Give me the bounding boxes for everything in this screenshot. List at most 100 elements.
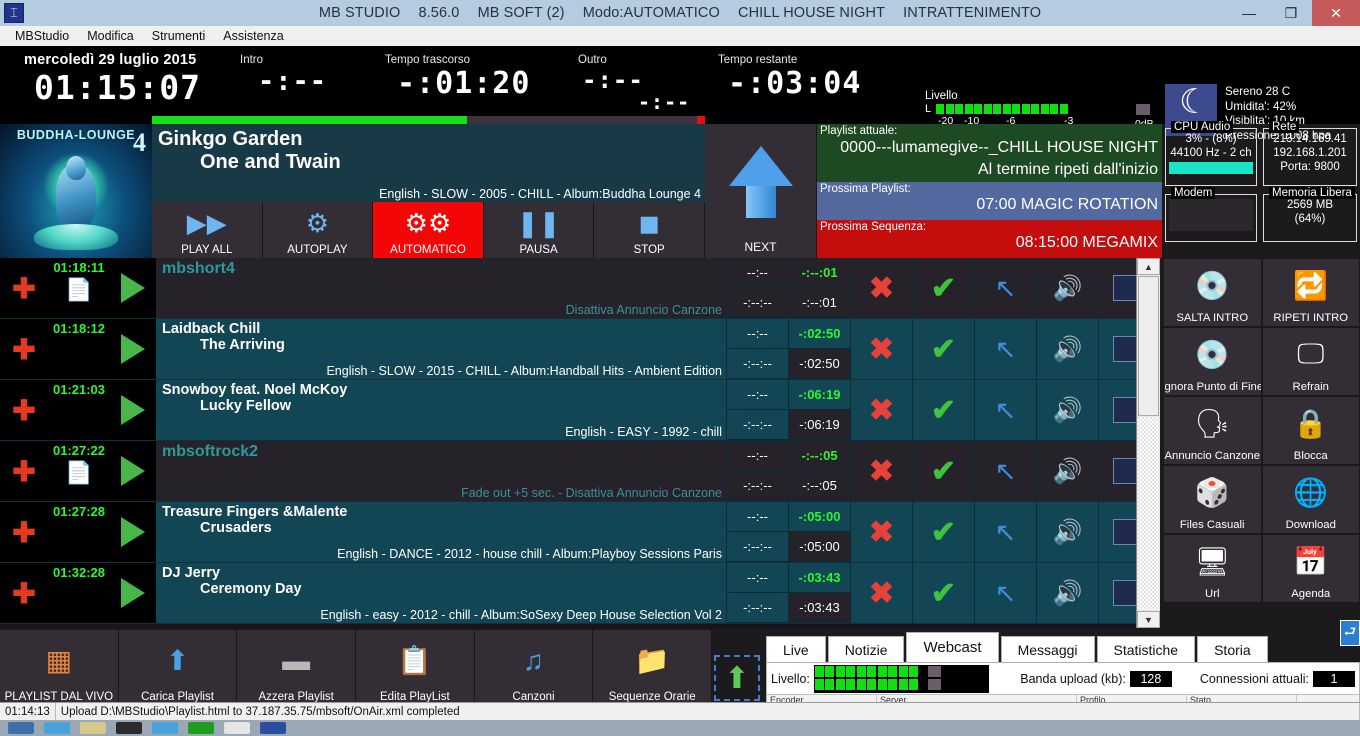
toolbar-button-playlist-dal-vivo[interactable]: ▦ PLAYLIST DAL VIVO <box>0 630 119 706</box>
taskbar-item-4[interactable] <box>116 722 142 734</box>
scroll-down-button[interactable]: ▼ <box>1137 611 1160 628</box>
row-play-button[interactable] <box>110 319 156 379</box>
next-button[interactable]: NEXT <box>705 124 817 258</box>
toolbar-button-carica-playlist[interactable]: ⬆ Carica Playlist <box>119 630 238 706</box>
menu-item-strumenti[interactable]: Strumenti <box>143 29 215 43</box>
playlist-row[interactable]: ✚ 01:32:28 ♫ DJ Jerry Ceremony Day English - … <box>0 563 1160 624</box>
row-speaker-button[interactable]: 🔊 <box>1036 380 1098 440</box>
taskbar-item-3[interactable] <box>80 722 106 734</box>
row-delete-button[interactable]: ✖ <box>850 258 912 318</box>
row-track-info[interactable]: Snowboy feat. Noel McKoy Lucky Fellow Engl… <box>156 380 726 440</box>
transport-button-autoplay[interactable]: ⚙ AUTOPLAY <box>262 202 374 258</box>
scrollbar-track[interactable] <box>1138 417 1159 610</box>
playlist-row[interactable]: ✚ 01:21:03 ♫ Snowboy feat. Noel McKoy Lucky … <box>0 380 1160 441</box>
function-button-blocca[interactable]: 🔒 Blocca <box>1261 396 1360 465</box>
function-button-files-casuali[interactable]: 🎲 Files Casuali <box>1163 465 1262 534</box>
playlist-scrollbar[interactable]: ▲ ▼ <box>1136 258 1160 628</box>
scroll-up-button[interactable]: ▲ <box>1137 258 1160 275</box>
playlist-table[interactable]: ✚ 01:18:11 📄 mbshort4 Disattiva Annuncio Can… <box>0 258 1160 628</box>
row-track-info[interactable]: mbsoftrock2 Fade out +5 sec. - Disattiva … <box>156 441 726 501</box>
transport-button-pausa[interactable]: ❚❚ PAUSA <box>483 202 595 258</box>
taskbar-item-5[interactable] <box>152 722 178 734</box>
os-taskbar[interactable] <box>0 720 1360 736</box>
toolbar-button-azzera-playlist[interactable]: ▬ Azzera Playlist <box>237 630 357 706</box>
row-track-info[interactable]: DJ Jerry Ceremony Day English - easy - 201… <box>156 563 726 623</box>
row-play-button[interactable] <box>110 380 156 440</box>
maximize-button[interactable]: ❐ <box>1270 0 1312 26</box>
menu-item-assistenza[interactable]: Assistenza <box>214 29 292 43</box>
playlist-row[interactable]: ✚ 01:18:12 ♫ Laidback Chill The Arriving Engl… <box>0 319 1160 380</box>
row-move-button[interactable]: ↖ <box>974 563 1036 623</box>
row-delete-button[interactable]: ✖ <box>850 380 912 440</box>
add-icon[interactable]: ✚ <box>0 319 48 379</box>
row-confirm-button[interactable]: ✔ <box>912 502 974 562</box>
row-play-button[interactable] <box>110 258 156 318</box>
row-speaker-button[interactable]: 🔊 <box>1036 319 1098 379</box>
taskbar-item-7[interactable] <box>224 722 250 734</box>
tab-messaggi[interactable]: Messaggi <box>1000 636 1095 662</box>
row-delete-button[interactable]: ✖ <box>850 319 912 379</box>
function-button-ignora-punto-di-fine[interactable]: 💿 Ignora Punto di Fine <box>1163 327 1262 396</box>
row-move-button[interactable]: ↖ <box>974 380 1036 440</box>
function-button-salta-intro[interactable]: 💿 SALTA INTRO <box>1163 258 1262 327</box>
taskbar-item-2[interactable] <box>44 722 70 734</box>
next-sequence-block[interactable]: Prossima Sequenza: 08:15:00 MEGAMIX <box>817 220 1162 258</box>
row-play-button[interactable] <box>110 563 156 623</box>
row-move-button[interactable]: ↖ <box>974 441 1036 501</box>
transport-button-automatico[interactable]: ⚙⚙ AUTOMATICO <box>373 202 484 258</box>
row-confirm-button[interactable]: ✔ <box>912 380 974 440</box>
row-confirm-button[interactable]: ✔ <box>912 441 974 501</box>
minimize-button[interactable]: — <box>1228 0 1270 26</box>
function-button-refrain[interactable]: 🖵 Refrain <box>1261 327 1360 396</box>
row-move-button[interactable]: ↖ <box>974 258 1036 318</box>
taskbar-item-6[interactable] <box>188 722 214 734</box>
row-confirm-button[interactable]: ✔ <box>912 563 974 623</box>
row-speaker-button[interactable]: 🔊 <box>1036 441 1098 501</box>
row-delete-button[interactable]: ✖ <box>850 563 912 623</box>
track-progress-bar[interactable] <box>152 116 705 124</box>
row-confirm-button[interactable]: ✔ <box>912 319 974 379</box>
scrollbar-thumb[interactable] <box>1138 276 1159 416</box>
row-delete-button[interactable]: ✖ <box>850 502 912 562</box>
taskbar-item-8[interactable] <box>260 722 286 734</box>
function-button-agenda[interactable]: 📅 Agenda <box>1261 534 1360 603</box>
tab-notizie[interactable]: Notizie <box>827 636 905 662</box>
current-playlist-block[interactable]: Playlist attuale: 0000---lumamegive--_CH… <box>817 124 1162 182</box>
playlist-row[interactable]: ✚ 01:18:11 📄 mbshort4 Disattiva Annuncio Can… <box>0 258 1160 319</box>
row-track-info[interactable]: Treasure Fingers &Malente Crusaders Englis… <box>156 502 726 562</box>
row-move-button[interactable]: ↖ <box>974 502 1036 562</box>
add-icon[interactable]: ✚ <box>0 380 48 440</box>
menu-item-modifica[interactable]: Modifica <box>78 29 143 43</box>
tab-webcast[interactable]: Webcast <box>906 632 999 662</box>
close-button[interactable]: ✕ <box>1312 0 1360 26</box>
row-speaker-button[interactable]: 🔊 <box>1036 258 1098 318</box>
taskbar-item-1[interactable] <box>8 722 34 734</box>
transport-button-play-all[interactable]: ▶▶ PLAY ALL <box>152 202 263 258</box>
next-playlist-block[interactable]: Prossima Playlist: 07:00 MAGIC ROTATION <box>817 182 1162 220</box>
row-speaker-button[interactable]: 🔊 <box>1036 563 1098 623</box>
playlist-row[interactable]: ✚ 01:27:22 📄 mbsoftrock2 Fade out +5 sec. - … <box>0 441 1160 502</box>
toolbar-button-canzoni[interactable]: ♫ Canzoni <box>475 630 594 706</box>
tab-live[interactable]: Live <box>766 636 826 662</box>
function-button-download[interactable]: 🌐 Download <box>1261 465 1360 534</box>
transport-button-stop[interactable]: ◼ STOP <box>594 202 705 258</box>
row-track-info[interactable]: Laidback Chill The Arriving English - SLOW… <box>156 319 726 379</box>
tab-storia[interactable]: Storia <box>1197 636 1268 662</box>
add-icon[interactable]: ✚ <box>0 258 48 318</box>
row-move-button[interactable]: ↖ <box>974 319 1036 379</box>
function-button-annuncio-canzone[interactable]: 🗣 Annuncio Canzone <box>1163 396 1262 465</box>
row-speaker-button[interactable]: 🔊 <box>1036 502 1098 562</box>
row-track-info[interactable]: mbshort4 Disattiva Annuncio Canzone <box>156 258 726 318</box>
add-icon[interactable]: ✚ <box>0 441 48 501</box>
menu-item-mbstudio[interactable]: MBStudio <box>6 29 78 43</box>
function-button-ripeti-intro[interactable]: 🔁 RIPETI INTRO <box>1261 258 1360 327</box>
function-button-url[interactable]: 🖥 Url <box>1163 534 1262 603</box>
toolbar-button-sequenze-orarie[interactable]: 📁 Sequenze Orarie <box>593 630 713 706</box>
side-expand-icon[interactable]: ⮐ <box>1340 620 1360 646</box>
playlist-row[interactable]: ✚ 01:27:28 ♫ Treasure Fingers &Malente Crusa… <box>0 502 1160 563</box>
add-icon[interactable]: ✚ <box>0 502 48 562</box>
row-confirm-button[interactable]: ✔ <box>912 258 974 318</box>
row-delete-button[interactable]: ✖ <box>850 441 912 501</box>
drop-zone[interactable]: ⬆ <box>714 655 760 701</box>
row-play-button[interactable] <box>110 502 156 562</box>
